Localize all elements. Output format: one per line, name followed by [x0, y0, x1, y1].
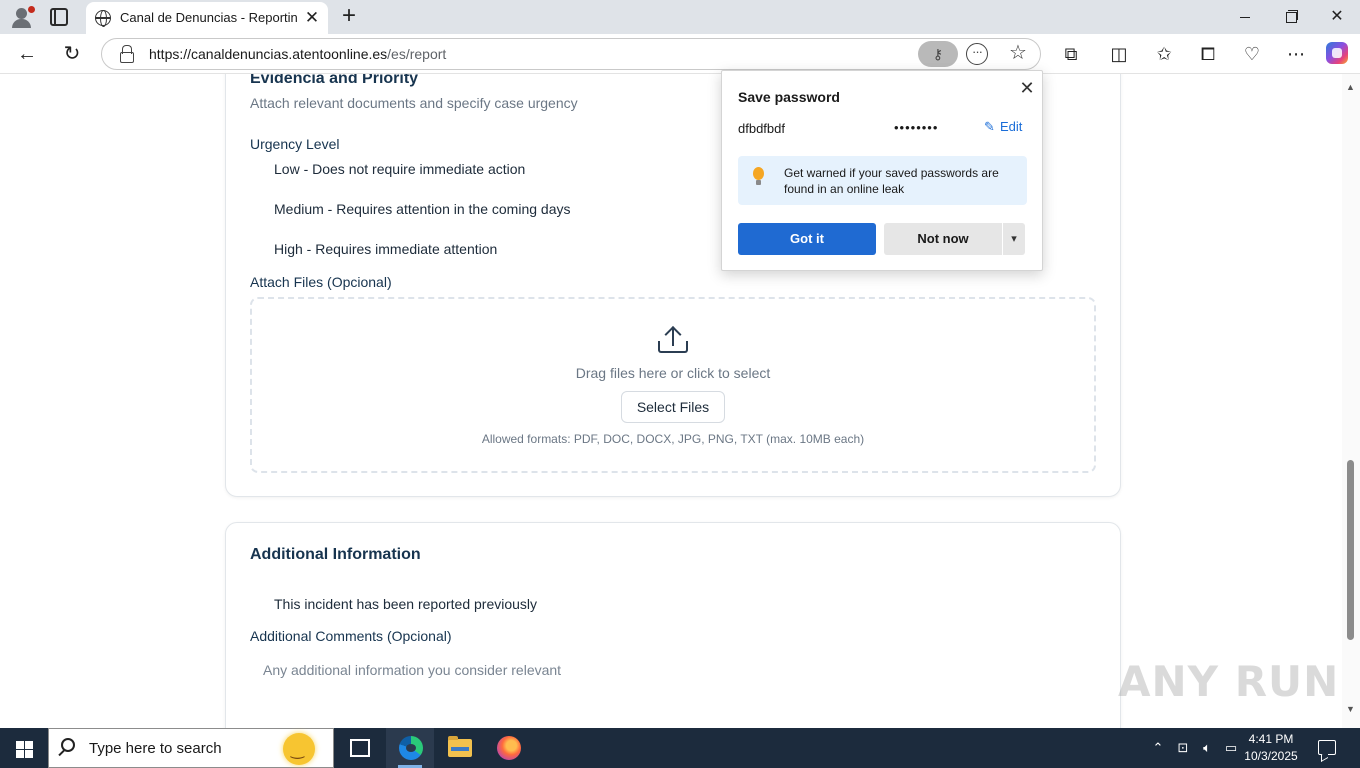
firefox-icon: [497, 736, 521, 760]
reader-mode-icon[interactable]: ···: [966, 43, 988, 65]
additional-info-title: Additional Information: [250, 546, 421, 563]
url-path: /es/report: [387, 46, 447, 62]
clock-date: 10/3/2025: [1244, 749, 1298, 763]
save-password-popup: Save password ✕ dfbdfbdf •••••••• ✎ Edit …: [721, 70, 1043, 271]
restore-button[interactable]: [1268, 0, 1314, 34]
scroll-up-arrow-icon[interactable]: ▲: [1346, 82, 1355, 92]
favorite-star-icon[interactable]: ☆: [1006, 41, 1030, 65]
browser-essentials-icon[interactable]: ♡: [1240, 43, 1264, 65]
collections-icon[interactable]: ⧠: [1196, 43, 1220, 65]
chevron-down-icon[interactable]: ▾: [1003, 223, 1025, 255]
urgency-high-label: High - Requires immediate attention: [274, 241, 498, 257]
leak-warning-box: Get warned if your saved passwords are f…: [738, 156, 1027, 205]
notification-icon[interactable]: [1318, 740, 1336, 755]
minimize-button[interactable]: [1222, 0, 1268, 34]
address-bar[interactable]: https://canaldenuncias.atentoonline.es/e…: [101, 38, 1041, 70]
more-menu-icon[interactable]: ⋯: [1284, 43, 1308, 65]
pencil-icon: ✎: [984, 119, 995, 134]
tab-bar: Canal de Denuncias - Reporting C ✕ + ✕: [0, 0, 1360, 34]
urgency-low-label: Low - Does not require immediate action: [274, 161, 526, 177]
file-dropzone[interactable]: Drag files here or click to select Selec…: [250, 297, 1096, 473]
network-icon[interactable]: ⊡: [1175, 740, 1191, 756]
tab-title: Canal de Denuncias - Reporting C: [120, 10, 298, 25]
reported-previously-label: This incident has been reported previous…: [274, 596, 538, 612]
taskbar: Type here to search ⌃ ⊡ 🔈︎ ▭ 4:41 PM 10/…: [0, 728, 1360, 768]
attach-files-label: Attach Files (Opcional): [250, 274, 392, 290]
select-files-button[interactable]: Select Files: [621, 391, 725, 423]
drop-instructions: Drag files here or click to select: [575, 365, 771, 381]
profile-icon[interactable]: [8, 5, 36, 29]
scroll-down-arrow-icon[interactable]: ▼: [1346, 704, 1355, 714]
task-view-icon: [350, 739, 370, 757]
window-close-button[interactable]: ✕: [1314, 0, 1360, 34]
url-host: https://canaldenuncias.atentoonline.es: [149, 46, 388, 62]
upload-icon: [658, 325, 688, 355]
anyrun-watermark: ANY RUN: [1118, 657, 1340, 706]
page-content: Evidencia and Priority Attach relevant d…: [0, 74, 1342, 728]
additional-comments-textarea[interactable]: Any additional information you consider …: [250, 654, 1096, 714]
browser-tab[interactable]: Canal de Denuncias - Reporting C ✕: [86, 2, 328, 34]
popup-close-icon[interactable]: ✕: [1016, 77, 1038, 99]
search-icon: [61, 738, 75, 752]
comments-placeholder: Any additional information you consider …: [263, 662, 562, 678]
got-it-button[interactable]: Got it: [738, 223, 876, 255]
popup-title: Save password: [738, 89, 840, 105]
evidence-title: Evidencia and Priority: [250, 74, 419, 87]
lock-icon[interactable]: [120, 45, 134, 63]
leak-warning-text: Get warned if your saved passwords are f…: [784, 166, 999, 196]
taskbar-search[interactable]: Type here to search: [48, 728, 334, 768]
taskbar-clock[interactable]: 4:41 PM 10/3/2025: [1240, 731, 1302, 765]
task-view-button[interactable]: [336, 728, 384, 768]
urgency-label: Urgency Level: [250, 136, 340, 152]
display-icon[interactable]: ▭: [1222, 740, 1240, 756]
taskbar-firefox[interactable]: [484, 728, 532, 768]
tab-actions-icon[interactable]: [50, 8, 68, 26]
copilot-icon[interactable]: [1326, 42, 1348, 64]
scrollbar-thumb[interactable]: [1347, 460, 1354, 640]
browser-toolbar: ← ↻ https://canaldenuncias.atentoonline.…: [0, 34, 1360, 74]
new-tab-button[interactable]: +: [338, 4, 360, 28]
favorites-icon[interactable]: ✩: [1152, 43, 1176, 65]
urgency-medium-label: Medium - Requires attention in the comin…: [274, 201, 571, 217]
saved-password-mask: ••••••••: [894, 120, 939, 135]
not-now-button[interactable]: Not now: [884, 223, 1002, 255]
folder-icon: [448, 736, 472, 757]
back-arrow-icon[interactable]: ←: [16, 43, 38, 65]
close-tab-icon[interactable]: ✕: [302, 8, 322, 28]
weather-sun-icon[interactable]: [283, 733, 315, 765]
start-button[interactable]: [0, 728, 48, 768]
radio-medium[interactable]: [250, 202, 266, 218]
volume-icon[interactable]: 🔈︎: [1198, 740, 1216, 756]
taskbar-file-explorer[interactable]: [435, 728, 483, 768]
password-key-icon[interactable]: ⚷: [918, 41, 958, 67]
allowed-formats-text: Allowed formats: PDF, DOC, DOCX, JPG, PN…: [481, 432, 865, 446]
saved-username: dfbdfbdf: [738, 121, 785, 136]
taskbar-edge[interactable]: [386, 728, 434, 768]
evidence-subtitle: Attach relevant documents and specify ca…: [250, 95, 578, 111]
radio-high[interactable]: [250, 242, 266, 258]
url-text[interactable]: https://canaldenuncias.atentoonline.es/e…: [149, 46, 446, 62]
page-scrollbar[interactable]: ▲ ▼: [1342, 74, 1360, 728]
split-screen-icon[interactable]: ◫: [1107, 43, 1131, 65]
edit-password-link[interactable]: ✎ Edit: [984, 119, 1022, 134]
globe-icon: [95, 10, 111, 27]
extensions-icon[interactable]: ⧉: [1059, 43, 1083, 65]
edit-label: Edit: [1000, 119, 1023, 134]
refresh-icon[interactable]: ↻: [61, 43, 83, 65]
taskbar-search-placeholder: Type here to search: [89, 740, 222, 757]
chevron-up-icon[interactable]: ⌃: [1150, 740, 1166, 756]
additional-comments-label: Additional Comments (Opcional): [250, 628, 452, 644]
edge-icon: [399, 736, 423, 760]
reported-previously-checkbox[interactable]: [250, 598, 266, 614]
clock-time: 4:41 PM: [1248, 732, 1294, 746]
lightbulb-icon: [753, 167, 764, 185]
radio-low[interactable]: [250, 162, 266, 178]
